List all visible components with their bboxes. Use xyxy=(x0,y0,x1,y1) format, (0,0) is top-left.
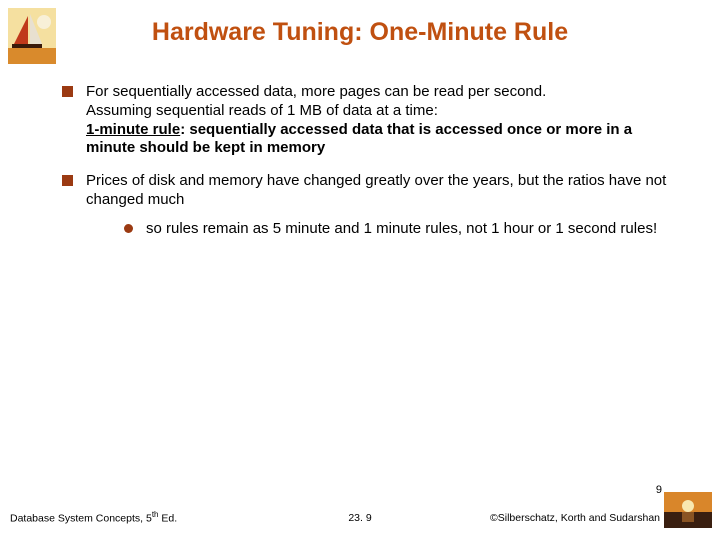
page-number: 9 xyxy=(656,484,662,496)
footer-text: Database System Concepts, 5 xyxy=(10,512,152,524)
slide-content: For sequentially accessed data, more pag… xyxy=(0,83,720,238)
bullet-text: For sequentially accessed data, more pag… xyxy=(86,83,546,100)
sub-bullet-item: so rules remain as 5 minute and 1 minute… xyxy=(124,220,680,239)
sailboat-logo-icon xyxy=(8,8,56,64)
bullet-text: Assuming sequential reads of 1 MB of dat… xyxy=(86,102,438,119)
slide-title: Hardware Tuning: One-Minute Rule xyxy=(0,0,720,83)
sunset-logo-icon xyxy=(664,492,712,528)
footer-left: Database System Concepts, 5th Ed. xyxy=(10,510,177,525)
footer-sup: th xyxy=(152,510,159,519)
sub-bullet-text: so rules remain as 5 minute and 1 minute… xyxy=(146,220,657,237)
footer-right: ©Silberschatz, Korth and Sudarshan xyxy=(490,512,660,524)
bullet-item: For sequentially accessed data, more pag… xyxy=(62,83,680,158)
bullet-text: Prices of disk and memory have changed g… xyxy=(86,172,666,208)
footer-center: 23. 9 xyxy=(348,512,371,524)
rule-label: 1-minute rule xyxy=(86,121,180,138)
footer-text: Ed. xyxy=(159,512,178,524)
bullet-item: Prices of disk and memory have changed g… xyxy=(62,172,680,238)
